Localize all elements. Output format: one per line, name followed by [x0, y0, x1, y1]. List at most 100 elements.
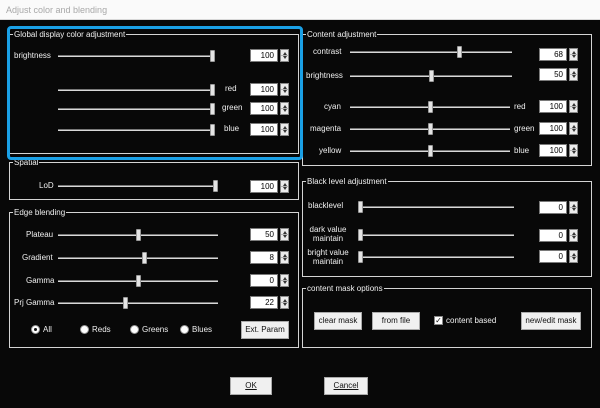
spin-down-icon — [283, 235, 287, 238]
bright-value-thumb[interactable] — [358, 251, 363, 263]
content-based-label: content based — [446, 316, 497, 325]
plateau-input[interactable]: 50 — [250, 228, 278, 241]
cyan-red-thumb[interactable] — [427, 101, 433, 113]
content-based-checkbox[interactable]: ✓ — [434, 316, 443, 325]
lod-spinner[interactable] — [280, 180, 289, 193]
black-level-title: Black level adjustment — [306, 177, 388, 186]
blacklevel-input[interactable]: 0 — [539, 201, 567, 214]
radio-reds[interactable] — [80, 325, 89, 334]
prj-gamma-input[interactable]: 22 — [250, 296, 278, 309]
spin-up-icon — [572, 71, 576, 74]
ok-button[interactable]: OK — [230, 377, 272, 395]
gamma-thumb[interactable] — [135, 275, 141, 287]
ext-param-button[interactable]: Ext. Param — [241, 321, 289, 339]
spin-up-icon — [283, 231, 287, 234]
cyan-label: cyan — [324, 102, 341, 111]
spin-up-icon — [283, 183, 287, 186]
dark-value-input[interactable]: 0 — [539, 229, 567, 242]
content-brightness-spinner[interactable] — [569, 68, 578, 81]
spin-down-icon — [283, 187, 287, 190]
prj-gamma-slider[interactable] — [58, 302, 218, 304]
dark-value-slider[interactable] — [358, 234, 514, 236]
spin-down-icon — [572, 75, 576, 78]
spin-down-icon — [572, 208, 576, 211]
bright-value-spinner[interactable] — [569, 250, 578, 263]
radio-greens[interactable] — [130, 325, 139, 334]
dark-value-label-line1: dark value — [309, 225, 347, 234]
cyan-right-label: red — [514, 102, 526, 111]
magenta-label: magenta — [310, 124, 342, 133]
spin-down-icon — [572, 107, 576, 110]
gamma-input[interactable]: 0 — [250, 274, 278, 287]
gradient-input[interactable]: 8 — [250, 251, 278, 264]
spin-down-icon — [572, 236, 576, 239]
contrast-thumb[interactable] — [456, 46, 462, 58]
plateau-spinner[interactable] — [280, 228, 289, 241]
plateau-thumb[interactable] — [135, 229, 141, 241]
gradient-label: Gradient — [22, 253, 53, 262]
contrast-input[interactable]: 68 — [539, 48, 567, 61]
magenta-green-thumb[interactable] — [427, 123, 433, 135]
content-adjustment-title: Content adjustment — [306, 30, 378, 39]
radio-all[interactable] — [31, 325, 40, 334]
radio-all-label: All — [43, 325, 52, 334]
yellow-label: yellow — [319, 146, 342, 155]
dark-value-thumb[interactable] — [358, 229, 363, 241]
content-brightness-input[interactable]: 50 — [539, 68, 567, 81]
blacklevel-slider[interactable] — [358, 206, 514, 208]
yellow-blue-thumb[interactable] — [427, 145, 433, 157]
bright-value-label-line1: bright value — [307, 248, 349, 257]
gradient-spinner[interactable] — [280, 251, 289, 264]
content-brightness-thumb[interactable] — [428, 70, 434, 82]
prj-gamma-label: Prj Gamma — [14, 298, 55, 307]
bright-value-label: bright value maintain — [302, 248, 354, 266]
prj-gamma-thumb[interactable] — [123, 297, 129, 309]
spin-down-icon — [283, 258, 287, 261]
spin-down-icon — [283, 303, 287, 306]
yellow-blue-input[interactable]: 100 — [539, 144, 567, 157]
spin-down-icon — [283, 281, 287, 284]
bright-value-input[interactable]: 0 — [539, 250, 567, 263]
magenta-right-label: green — [514, 124, 535, 133]
magenta-green-input[interactable]: 100 — [539, 122, 567, 135]
spin-up-icon — [572, 204, 576, 207]
gradient-thumb[interactable] — [141, 252, 147, 264]
from-file-button[interactable]: from file — [372, 312, 420, 330]
dark-value-label: dark value maintain — [304, 225, 352, 243]
radio-blues-label: Blues — [192, 325, 213, 334]
spin-down-icon — [572, 129, 576, 132]
gradient-slider[interactable] — [58, 257, 218, 259]
blacklevel-label: blacklevel — [308, 201, 344, 210]
blacklevel-thumb[interactable] — [358, 201, 363, 213]
yellow-blue-spinner[interactable] — [569, 144, 578, 157]
lod-slider[interactable] — [58, 185, 218, 187]
edge-blending-title: Edge blending — [13, 208, 67, 217]
spin-down-icon — [572, 257, 576, 260]
dark-value-spinner[interactable] — [569, 229, 578, 242]
cancel-button[interactable]: Cancel — [324, 377, 368, 395]
cyan-red-spinner[interactable] — [569, 100, 578, 113]
cyan-red-input[interactable]: 100 — [539, 100, 567, 113]
spin-up-icon — [283, 299, 287, 302]
prj-gamma-spinner[interactable] — [280, 296, 289, 309]
clear-mask-button[interactable]: clear mask — [314, 312, 362, 330]
lod-thumb[interactable] — [213, 180, 218, 192]
spin-up-icon — [572, 147, 576, 150]
bright-value-label-line2: maintain — [312, 257, 344, 266]
radio-blues[interactable] — [180, 325, 189, 334]
ok-button-label: OK — [245, 381, 257, 390]
contrast-slider[interactable] — [350, 51, 512, 53]
magenta-green-spinner[interactable] — [569, 122, 578, 135]
lod-label: LoD — [39, 181, 54, 190]
mask-options-title: content mask options — [306, 284, 384, 293]
blacklevel-spinner[interactable] — [569, 201, 578, 214]
gamma-label: Gamma — [26, 276, 55, 285]
bright-value-slider[interactable] — [358, 256, 514, 258]
spin-down-icon — [572, 55, 576, 58]
spin-up-icon — [572, 125, 576, 128]
spin-up-icon — [572, 253, 576, 256]
new-edit-mask-button[interactable]: new/edit mask — [521, 312, 581, 330]
contrast-spinner[interactable] — [569, 48, 578, 61]
lod-input[interactable]: 100 — [250, 180, 278, 193]
gamma-spinner[interactable] — [280, 274, 289, 287]
